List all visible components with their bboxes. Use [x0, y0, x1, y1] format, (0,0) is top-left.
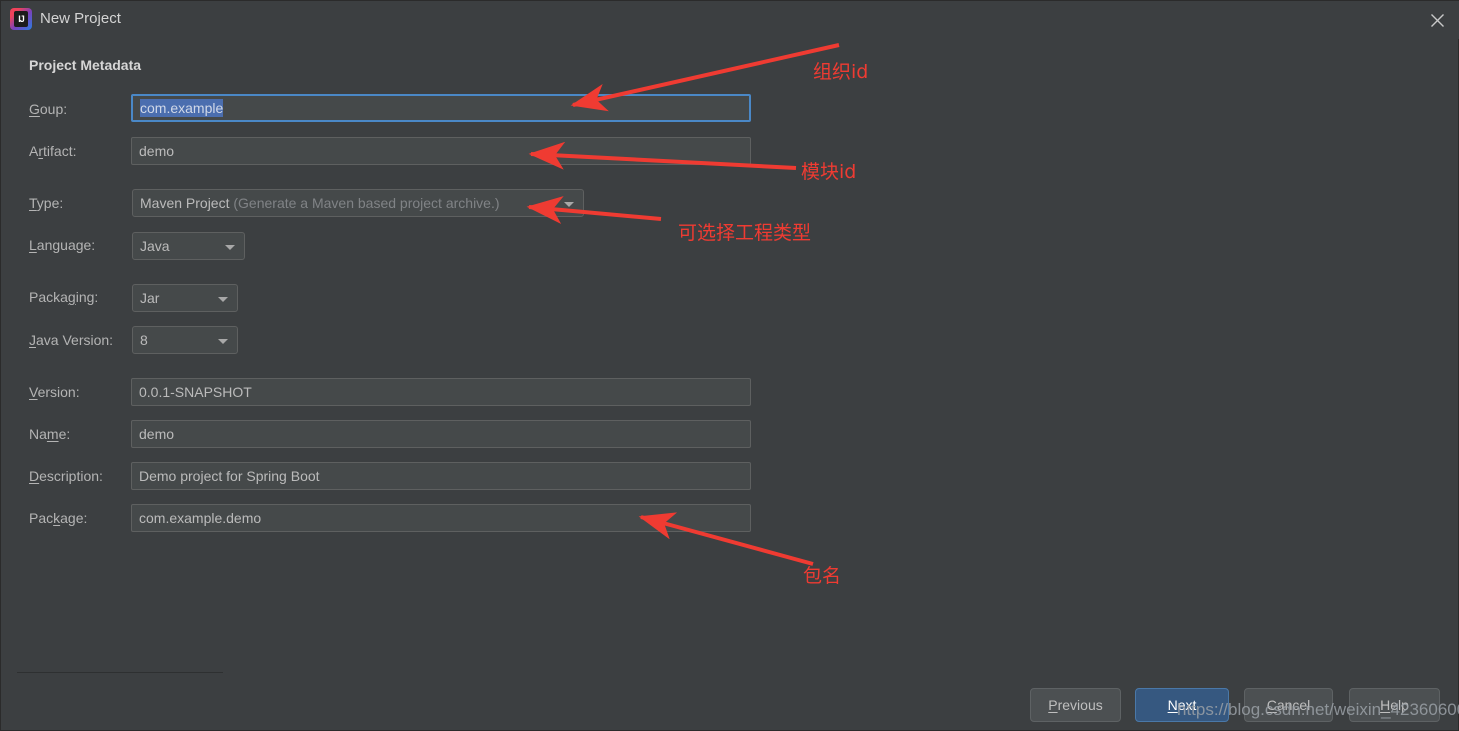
group-annotation-label: 组织id	[813, 61, 869, 83]
watermark-url: https://blog.csdn.net/weixin_42360600	[1177, 700, 1459, 719]
type-combobox-value: Maven Project	[140, 195, 230, 211]
window-title: New Project	[40, 10, 121, 27]
page-title: Project Metadata	[29, 57, 142, 73]
chevron-down-icon	[564, 202, 574, 207]
new-project-dialog: IJ New Project Project Metadata Goup: co…	[0, 0, 1459, 731]
name-label-pre: Na	[29, 426, 47, 442]
packaging-label-rest: ing:	[75, 289, 99, 305]
package-label: Package:	[29, 510, 87, 526]
name-label-mnemonic: m	[46, 426, 59, 442]
type-label-rest: ype:	[36, 195, 64, 211]
type-label: Type:	[29, 195, 63, 211]
description-input[interactable]: Demo project for Spring Boot	[131, 462, 751, 490]
packaging-label-pre: Packa	[29, 289, 68, 305]
group-input[interactable]: com.example	[131, 94, 751, 122]
packaging-combobox[interactable]: Jar	[132, 284, 238, 312]
package-input[interactable]: com.example.demo	[131, 504, 751, 532]
group-label: Goup:	[29, 101, 67, 117]
app-icon-label: IJ	[14, 11, 28, 27]
description-label-rest: escription:	[39, 468, 103, 484]
java-version-label-rest: ava Version:	[36, 332, 114, 348]
type-label-mnemonic: T	[29, 195, 37, 211]
group-label-mnemonic: G	[29, 101, 40, 117]
version-label-rest: ersion:	[37, 384, 80, 400]
type-combobox-hint: (Generate a Maven based project archive.…	[229, 195, 500, 211]
version-input-value: 0.0.1-SNAPSHOT	[139, 384, 252, 400]
artifact-annotation-label: 模块id	[801, 161, 857, 183]
type-combobox[interactable]: Maven Project (Generate a Maven based pr…	[132, 189, 584, 217]
chevron-down-icon	[218, 339, 228, 344]
artifact-input[interactable]: demo	[131, 137, 751, 165]
java-version-label: Java Version:	[29, 332, 113, 348]
version-input[interactable]: 0.0.1-SNAPSHOT	[131, 378, 751, 406]
name-input-value: demo	[139, 426, 175, 442]
type-annotation-label: 可选择工程类型	[678, 222, 812, 244]
package-label-pre: Pac	[29, 510, 54, 526]
packaging-label: Packaging:	[29, 289, 98, 305]
artifact-label-pre: A	[29, 143, 39, 159]
artifact-input-value: demo	[139, 143, 175, 159]
artifact-label: Artifact:	[29, 143, 76, 159]
description-label-mnemonic: D	[29, 468, 40, 484]
close-icon[interactable]	[1414, 1, 1459, 39]
title-bar: IJ New Project	[1, 1, 1459, 39]
group-label-rest: oup:	[39, 101, 68, 117]
version-label: Version:	[29, 384, 80, 400]
group-input-value: com.example	[140, 99, 224, 117]
package-input-value: com.example.demo	[139, 510, 262, 526]
intellij-idea-icon: IJ	[10, 8, 32, 30]
chevron-down-icon	[225, 245, 235, 250]
java-version-label-mnemonic: J	[29, 332, 36, 348]
package-label-rest: age:	[60, 510, 88, 526]
language-combobox[interactable]: Java	[132, 232, 245, 260]
language-label: Language:	[29, 237, 95, 253]
description-label: Description:	[29, 468, 103, 484]
package-annotation-label: 包名	[803, 565, 842, 587]
language-combobox-value: Java	[140, 238, 170, 254]
java-version-combobox[interactable]: 8	[132, 326, 238, 354]
description-input-value: Demo project for Spring Boot	[139, 468, 320, 484]
previous-button-mnemonic: P	[1048, 697, 1058, 713]
language-label-mnemonic: L	[29, 237, 37, 253]
previous-button-label: revious	[1057, 697, 1103, 713]
chevron-down-icon	[218, 297, 228, 302]
packaging-combobox-value: Jar	[140, 290, 160, 306]
previous-button[interactable]: Previous	[1030, 688, 1121, 722]
name-label: Name:	[29, 426, 70, 442]
java-version-combobox-value: 8	[140, 332, 148, 348]
artifact-label-rest: tifact:	[43, 143, 77, 159]
packaging-label-mnemonic: g	[67, 289, 76, 305]
footer-divider	[17, 672, 223, 673]
name-input[interactable]: demo	[131, 420, 751, 448]
version-label-mnemonic: V	[29, 384, 38, 400]
language-label-rest: anguage:	[36, 237, 96, 253]
name-label-rest: e:	[58, 426, 71, 442]
